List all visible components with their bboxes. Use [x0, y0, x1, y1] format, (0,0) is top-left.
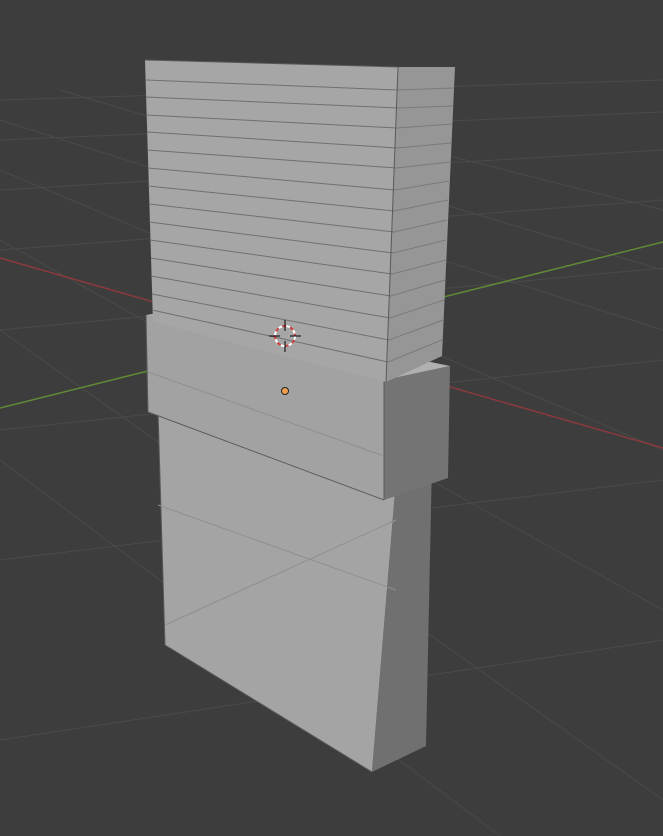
object-origin-icon[interactable] — [281, 387, 289, 395]
3d-viewport[interactable] — [0, 0, 663, 836]
